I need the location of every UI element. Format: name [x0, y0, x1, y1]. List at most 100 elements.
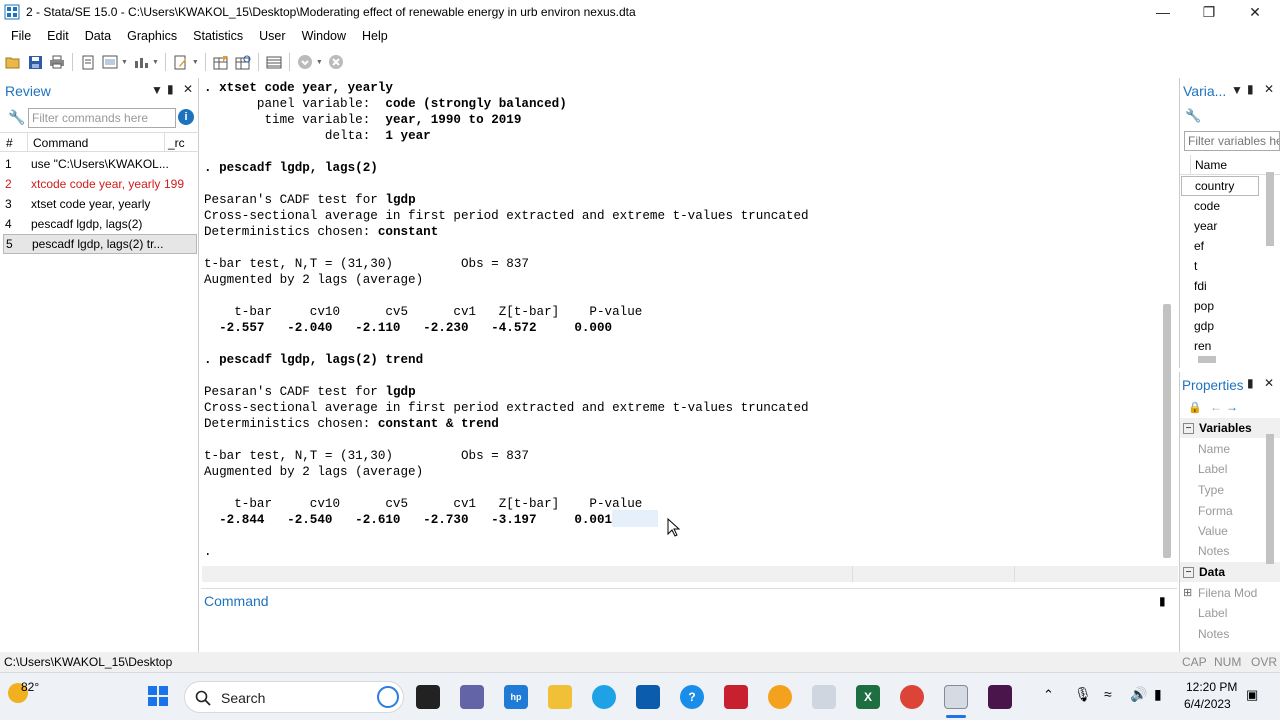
col-num[interactable]: # [6, 136, 13, 150]
break-icon[interactable] [327, 53, 345, 71]
restore-button[interactable]: ❐ [1186, 0, 1232, 24]
filter-icon[interactable]: ▼ [151, 83, 163, 97]
properties-scroll-thumb[interactable] [1266, 434, 1274, 564]
variable-row[interactable]: ef [1194, 236, 1274, 256]
close-button[interactable]: ✕ [1232, 0, 1278, 24]
clock-date[interactable]: 6/4/2023 [1184, 697, 1231, 711]
save-icon[interactable] [26, 53, 44, 71]
variables-close-icon[interactable]: ✕ [1264, 82, 1274, 96]
store-icon[interactable] [636, 685, 660, 709]
results-horizontal-scrollbar[interactable] [202, 566, 1178, 582]
wifi-icon[interactable]: ≈ [1104, 686, 1112, 702]
data-editor-edit-icon[interactable] [212, 53, 230, 71]
norton-icon[interactable] [768, 685, 792, 709]
results-window[interactable]: . xtset code year, yearly panel variable… [201, 78, 1177, 564]
menu-graphics[interactable]: Graphics [119, 29, 185, 43]
command-panel[interactable]: Command ▮ [201, 588, 1177, 650]
volume-icon[interactable]: 🔊 [1130, 686, 1147, 703]
back-arrow-icon[interactable]: ← [1210, 400, 1222, 414]
variable-row[interactable]: pop [1194, 296, 1274, 316]
wrench-icon[interactable]: 🔧 [8, 109, 25, 126]
variables-hscroll-thumb[interactable] [1198, 356, 1216, 363]
notification-icon[interactable]: ▣ [1246, 687, 1258, 703]
menu-help[interactable]: Help [354, 29, 396, 43]
review-row[interactable]: 1 use "C:\Users\KWAKOL... [0, 154, 199, 174]
results-scroll-thumb[interactable] [1163, 304, 1171, 558]
print-icon[interactable] [48, 53, 66, 71]
weather-temp[interactable]: 82° [21, 680, 39, 694]
microphone-icon[interactable]: 🎙 [1074, 686, 1092, 703]
col-name[interactable]: Name [1195, 158, 1227, 172]
chrome-icon[interactable] [900, 685, 924, 709]
hp-icon[interactable]: hp [504, 685, 528, 709]
variables-filter-input[interactable] [1184, 131, 1280, 151]
command-input[interactable] [201, 615, 1177, 651]
variables-scroll-thumb[interactable] [1266, 172, 1274, 246]
more-dropdown-icon[interactable]: ▼ [316, 59, 323, 66]
forward-arrow-icon[interactable]: → [1226, 400, 1238, 414]
taskbar-search[interactable]: Search [184, 681, 404, 713]
mcafee-icon[interactable] [724, 685, 748, 709]
review-row[interactable]: 4 pescadf lgdp, lags(2) [0, 214, 199, 234]
properties-close-icon[interactable]: ✕ [1264, 376, 1274, 390]
review-row[interactable]: 3 xtset code year, yearly [0, 194, 199, 214]
variables-manager-icon[interactable] [265, 53, 283, 71]
windows-start-icon[interactable] [147, 685, 169, 707]
graph-dropdown-icon[interactable]: ▼ [152, 59, 159, 66]
expand-icon[interactable]: ⊞ [1183, 586, 1192, 599]
menu-statistics[interactable]: Statistics [185, 29, 251, 43]
properties-pin-icon[interactable]: ▮ [1247, 376, 1254, 390]
variable-row[interactable]: fdi [1194, 276, 1274, 296]
pin-icon[interactable]: ▮ [167, 82, 174, 96]
help-icon[interactable]: ? [680, 685, 704, 709]
variable-row[interactable]: t [1194, 256, 1274, 276]
variable-row[interactable]: ren [1194, 336, 1274, 356]
slack-icon[interactable] [988, 685, 1012, 709]
variable-row-selected[interactable]: country [1181, 176, 1259, 196]
teams-icon[interactable] [460, 685, 484, 709]
variables-filter-icon[interactable]: ▼ [1231, 83, 1243, 97]
review-filter-input[interactable] [28, 108, 176, 128]
command-pin-icon[interactable]: ▮ [1159, 594, 1166, 608]
review-row-selected[interactable]: 5 pescadf lgdp, lags(2) tr... [3, 234, 197, 254]
results-vertical-scrollbar[interactable] [1160, 82, 1174, 562]
variable-row[interactable]: gdp [1194, 316, 1274, 336]
log-icon[interactable] [79, 53, 97, 71]
more-icon[interactable] [296, 53, 314, 71]
data-section[interactable]: − Data [1180, 562, 1280, 582]
review-row-error[interactable]: 2 xtcode code year, yearly 199 [0, 174, 199, 194]
menu-data[interactable]: Data [77, 29, 119, 43]
col-command[interactable]: Command [33, 136, 88, 150]
menu-window[interactable]: Window [294, 29, 354, 43]
chevron-up-icon[interactable]: ⌃ [1043, 687, 1054, 703]
do-file-editor-icon[interactable] [172, 53, 190, 71]
edge-icon[interactable] [592, 685, 616, 709]
menu-user[interactable]: User [251, 29, 293, 43]
collapse-icon[interactable]: − [1183, 422, 1194, 434]
app-icon[interactable] [812, 685, 836, 709]
viewer-dropdown-icon[interactable]: ▼ [121, 59, 128, 66]
variable-row[interactable]: year [1194, 216, 1274, 236]
clock-time[interactable]: 12:20 PM [1186, 680, 1237, 694]
review-close-icon[interactable]: ✕ [183, 82, 193, 96]
menu-file[interactable]: File [3, 29, 39, 43]
minimize-button[interactable]: — [1140, 0, 1186, 24]
open-icon[interactable] [4, 53, 22, 71]
file-explorer-icon[interactable] [548, 685, 572, 709]
viewer-icon[interactable] [101, 53, 119, 71]
do-file-dropdown-icon[interactable]: ▼ [192, 59, 199, 66]
excel-icon[interactable]: X [856, 685, 880, 709]
collapse-icon[interactable]: − [1183, 566, 1194, 578]
variables-wrench-icon[interactable]: 🔧 [1185, 108, 1201, 124]
stata-taskbar-icon[interactable] [944, 685, 968, 709]
col-rc[interactable]: _rc [168, 136, 185, 150]
variable-row[interactable]: code [1194, 196, 1274, 216]
info-icon[interactable]: i [178, 109, 194, 125]
graph-icon[interactable] [132, 53, 150, 71]
battery-icon[interactable]: ▮ [1154, 686, 1162, 703]
variables-section[interactable]: − Variables [1180, 418, 1280, 438]
variables-pin-icon[interactable]: ▮ [1247, 82, 1254, 96]
data-editor-browse-icon[interactable] [234, 53, 252, 71]
task-view-icon[interactable] [416, 685, 440, 709]
menu-edit[interactable]: Edit [39, 29, 77, 43]
